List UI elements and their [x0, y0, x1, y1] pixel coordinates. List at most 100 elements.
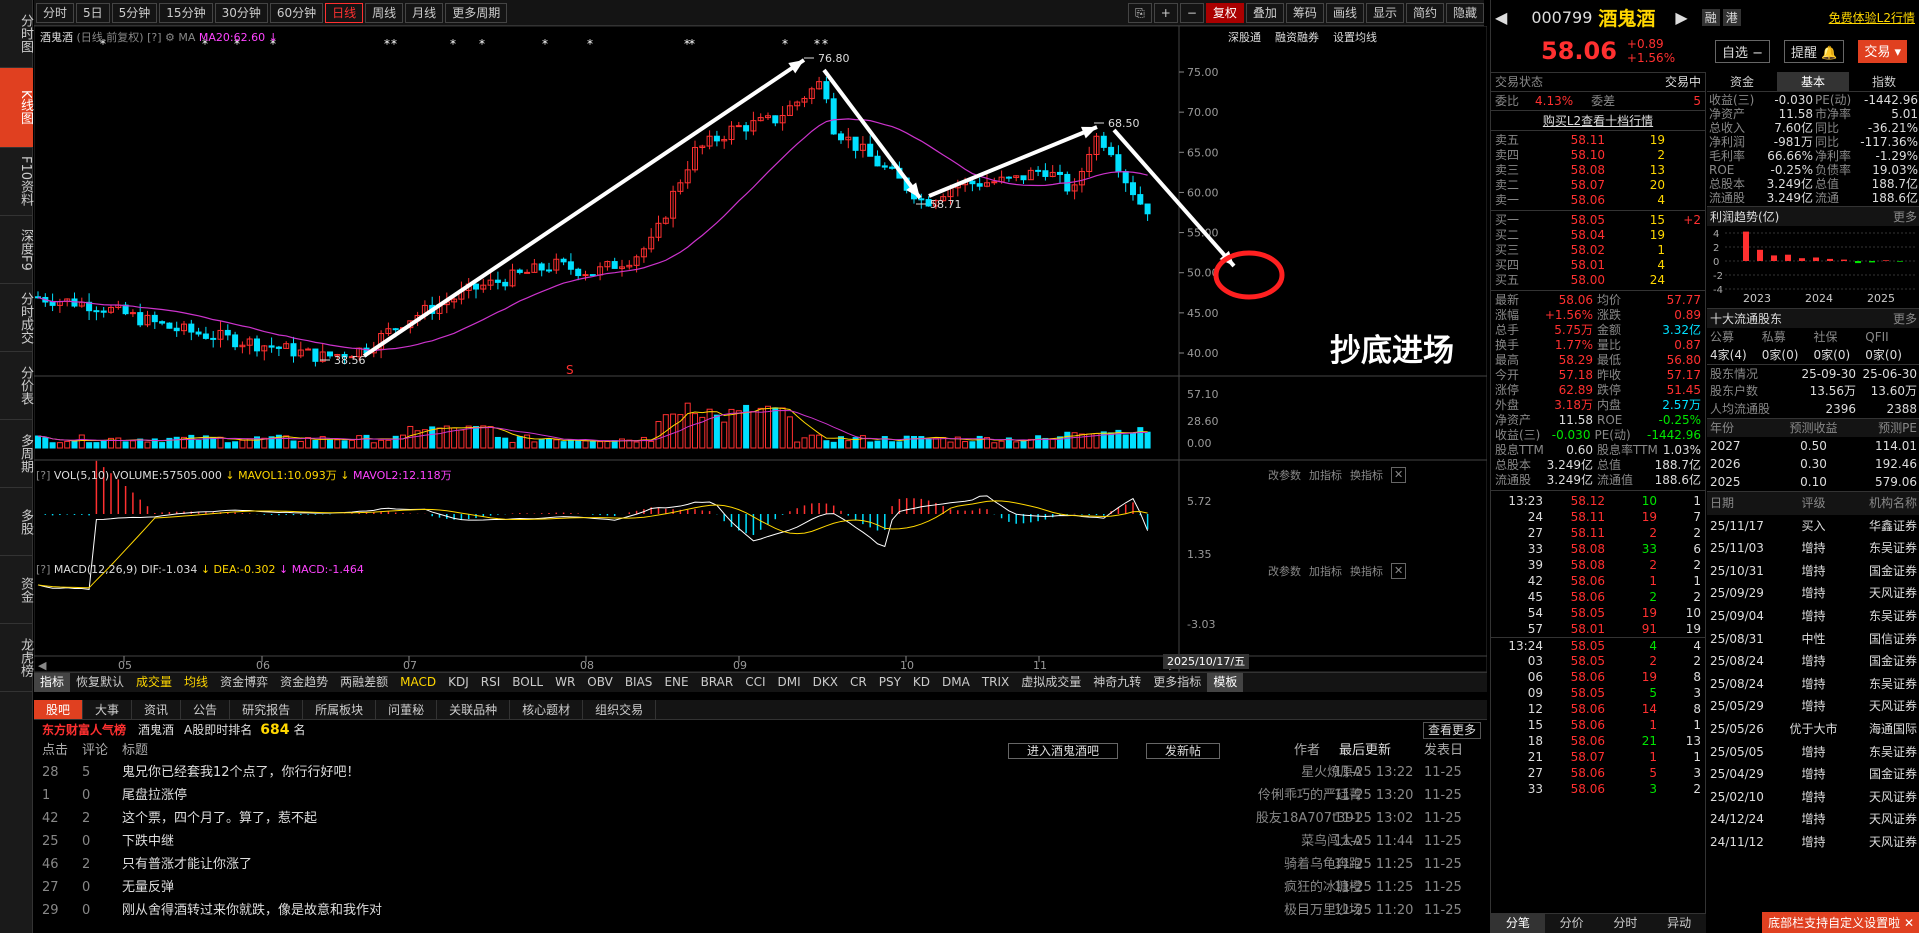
tick-tab-1[interactable]: 分价 — [1545, 914, 1599, 933]
chart-link-1[interactable]: 融资融券 — [1275, 29, 1319, 45]
indicator-5[interactable]: 资金趋势 — [274, 673, 334, 692]
toolbar-right-btn-2[interactable]: 筹码 — [1285, 2, 1324, 23]
tick-tab-2[interactable]: 分时 — [1599, 914, 1653, 933]
help-icon[interactable]: [?] — [36, 469, 50, 482]
vol-links-2[interactable]: 换指标 — [1350, 467, 1383, 483]
fund-tab-1[interactable]: 基本 — [1778, 72, 1849, 91]
forum-tab-9[interactable]: 组织交易 — [583, 700, 657, 719]
toolbar-right-btn-4[interactable]: 显示 — [1365, 2, 1404, 23]
left-nav-item-2[interactable]: F10资料 — [0, 148, 33, 216]
footer-tip[interactable]: 底部栏支持自定义设置啦 ✕ — [1762, 912, 1919, 933]
toolbar-right-btn-5[interactable]: 简约 — [1405, 2, 1444, 23]
indicator-23[interactable]: TRIX — [976, 673, 1015, 692]
tick-tab-0[interactable]: 分笔 — [1491, 914, 1545, 933]
tick-tab-3[interactable]: 异动 — [1652, 914, 1706, 933]
watchlist-button[interactable]: 自选 − — [1715, 40, 1771, 63]
period-tab-8[interactable]: 月线 — [405, 2, 444, 23]
left-nav-item-9[interactable]: 龙虎榜 — [0, 624, 33, 692]
left-nav-item-3[interactable]: 深度F9 — [0, 216, 33, 284]
forum-tab-8[interactable]: 核心题材 — [510, 700, 584, 719]
forum-tab-2[interactable]: 资讯 — [132, 700, 182, 719]
period-tab-2[interactable]: 5分钟 — [111, 2, 158, 23]
period-tab-9[interactable]: 更多周期 — [445, 2, 508, 23]
period-tab-5[interactable]: 60分钟 — [269, 2, 324, 23]
indicator-21[interactable]: KD — [907, 673, 936, 692]
macd-links-1[interactable]: 加指标 — [1309, 563, 1342, 579]
forum-tab-6[interactable]: 问董秘 — [376, 700, 438, 719]
indicator-19[interactable]: CR — [844, 673, 873, 692]
scroll-left-icon[interactable]: ◀ — [38, 659, 47, 672]
alert-button[interactable]: 提醒 🔔 — [1784, 40, 1845, 63]
indicator-20[interactable]: PSY — [873, 673, 907, 692]
indicator-18[interactable]: DKX — [807, 673, 844, 692]
toolbar-right-btn-1[interactable]: 叠加 — [1245, 2, 1284, 23]
toolbar-right-btn-6[interactable]: 隐藏 — [1445, 2, 1484, 23]
indicator-6[interactable]: 两融差额 — [334, 673, 394, 692]
left-nav-item-5[interactable]: 分价表 — [0, 352, 33, 420]
trend-more-link[interactable]: 更多 — [1893, 207, 1917, 226]
forum-tab-5[interactable]: 所属板块 — [303, 700, 377, 719]
new-post-button[interactable]: 发新帖 — [1146, 743, 1221, 759]
trade-button[interactable]: 交易 ▾ — [1858, 40, 1908, 63]
left-nav-item-4[interactable]: 分时成交 — [0, 284, 33, 352]
left-nav-item-0[interactable]: 分时图 — [0, 0, 33, 68]
left-nav-item-1[interactable]: K线图 — [0, 68, 33, 148]
indicator-10[interactable]: BOLL — [506, 673, 549, 692]
toolbar-right-btn-3[interactable]: 画线 — [1325, 2, 1364, 23]
indicator-26[interactable]: 更多指标 — [1147, 673, 1207, 692]
toolbar-right-btn-0[interactable]: 复权 — [1205, 2, 1244, 23]
fund-tab-0[interactable]: 资金 — [1707, 72, 1778, 91]
indicator-24[interactable]: 虚拟成交量 — [1015, 673, 1087, 692]
indicator-11[interactable]: WR — [549, 673, 581, 692]
row-title[interactable]: 刚从舍得酒转过来你就跌，像是故意和我作对 — [122, 899, 822, 922]
row-title[interactable]: 无量反弹 — [122, 876, 822, 899]
period-tab-3[interactable]: 15分钟 — [159, 2, 213, 23]
period-tab-0[interactable]: 分时 — [36, 2, 75, 23]
enter-forum-button[interactable]: 进入酒鬼酒吧 — [1008, 743, 1119, 759]
indicator-13[interactable]: BIAS — [619, 673, 659, 692]
forum-row[interactable]: 28 5 鬼兄你已经套我12个点了，你行行好吧！ 星火燎原A 11-25 13:22 11… — [34, 761, 1487, 784]
forum-tab-3[interactable]: 公告 — [181, 700, 231, 719]
zoom-out-icon[interactable]: − — [1179, 2, 1204, 23]
indicator-2[interactable]: 成交量 — [130, 673, 178, 692]
forum-row[interactable]: 25 0 下跌中继 菜鸟闯大A 11-25 11:44 11-25 — [34, 830, 1487, 853]
forum-tab-1[interactable]: 大事 — [83, 700, 133, 719]
period-tab-6[interactable]: 日线 — [325, 2, 364, 23]
period-tab-7[interactable]: 周线 — [365, 2, 404, 23]
left-nav-item-8[interactable]: 资金 — [0, 556, 33, 624]
prev-stock-icon[interactable]: ◀ — [1495, 8, 1507, 27]
close-icon[interactable]: ✕ — [1391, 563, 1407, 579]
indicator-15[interactable]: BRAR — [695, 673, 740, 692]
row-title[interactable]: 这个票，四个月了。算了，惹不起 — [122, 807, 822, 830]
indicator-7[interactable]: MACD — [394, 673, 442, 692]
forum-row[interactable]: 42 2 这个票，四个月了。算了，惹不起 股友18A707t391 11-25 13:0… — [34, 807, 1487, 830]
indicator-14[interactable]: ENE — [658, 673, 694, 692]
fund-tab-2[interactable]: 指数 — [1849, 72, 1919, 91]
forum-row[interactable]: 29 0 刚从舍得酒转过来你就跌，像是故意和我作对 极目万里沙场 11-25 11:20… — [34, 899, 1487, 922]
indicator-0[interactable]: 指标 — [34, 673, 71, 692]
vol-links-1[interactable]: 加指标 — [1309, 467, 1342, 483]
indicator-1[interactable]: 恢复默认 — [70, 673, 130, 692]
gear-icon[interactable]: ⚙ — [165, 31, 175, 44]
l2-buy-link[interactable]: 购买L2查看十档行情 — [1543, 111, 1653, 130]
vol-links-0[interactable]: 改参数 — [1268, 467, 1301, 483]
close-icon[interactable]: ✕ — [1391, 467, 1407, 483]
copy-icon[interactable]: ⎘ — [1128, 2, 1152, 23]
next-stock-icon[interactable]: ▶ — [1675, 8, 1687, 27]
indicator-3[interactable]: 均线 — [178, 673, 214, 692]
row-title[interactable]: 鬼兄你已经套我12个点了，你行行好吧！ — [122, 761, 822, 784]
zoom-in-icon[interactable]: + — [1153, 2, 1178, 23]
indicator-17[interactable]: DMI — [772, 673, 807, 692]
left-nav-item-6[interactable]: 多周期 — [0, 420, 33, 488]
col-last-update[interactable]: 最后更新 — [1339, 741, 1391, 761]
view-more-button[interactable]: 查看更多 — [1422, 722, 1481, 739]
indicator-9[interactable]: RSI — [475, 673, 507, 692]
help-icon[interactable]: [?] — [147, 31, 161, 44]
indicator-12[interactable]: OBV — [581, 673, 619, 692]
l2-promo-link[interactable]: 免费体验L2行情 — [1829, 9, 1915, 26]
indicator-16[interactable]: CCI — [739, 673, 771, 692]
period-tab-4[interactable]: 30分钟 — [214, 2, 268, 23]
indicator-27[interactable]: 模板 — [1207, 673, 1244, 692]
left-nav-item-7[interactable]: 多股 — [0, 488, 33, 556]
chart-link-0[interactable]: 深股通 — [1228, 29, 1261, 45]
